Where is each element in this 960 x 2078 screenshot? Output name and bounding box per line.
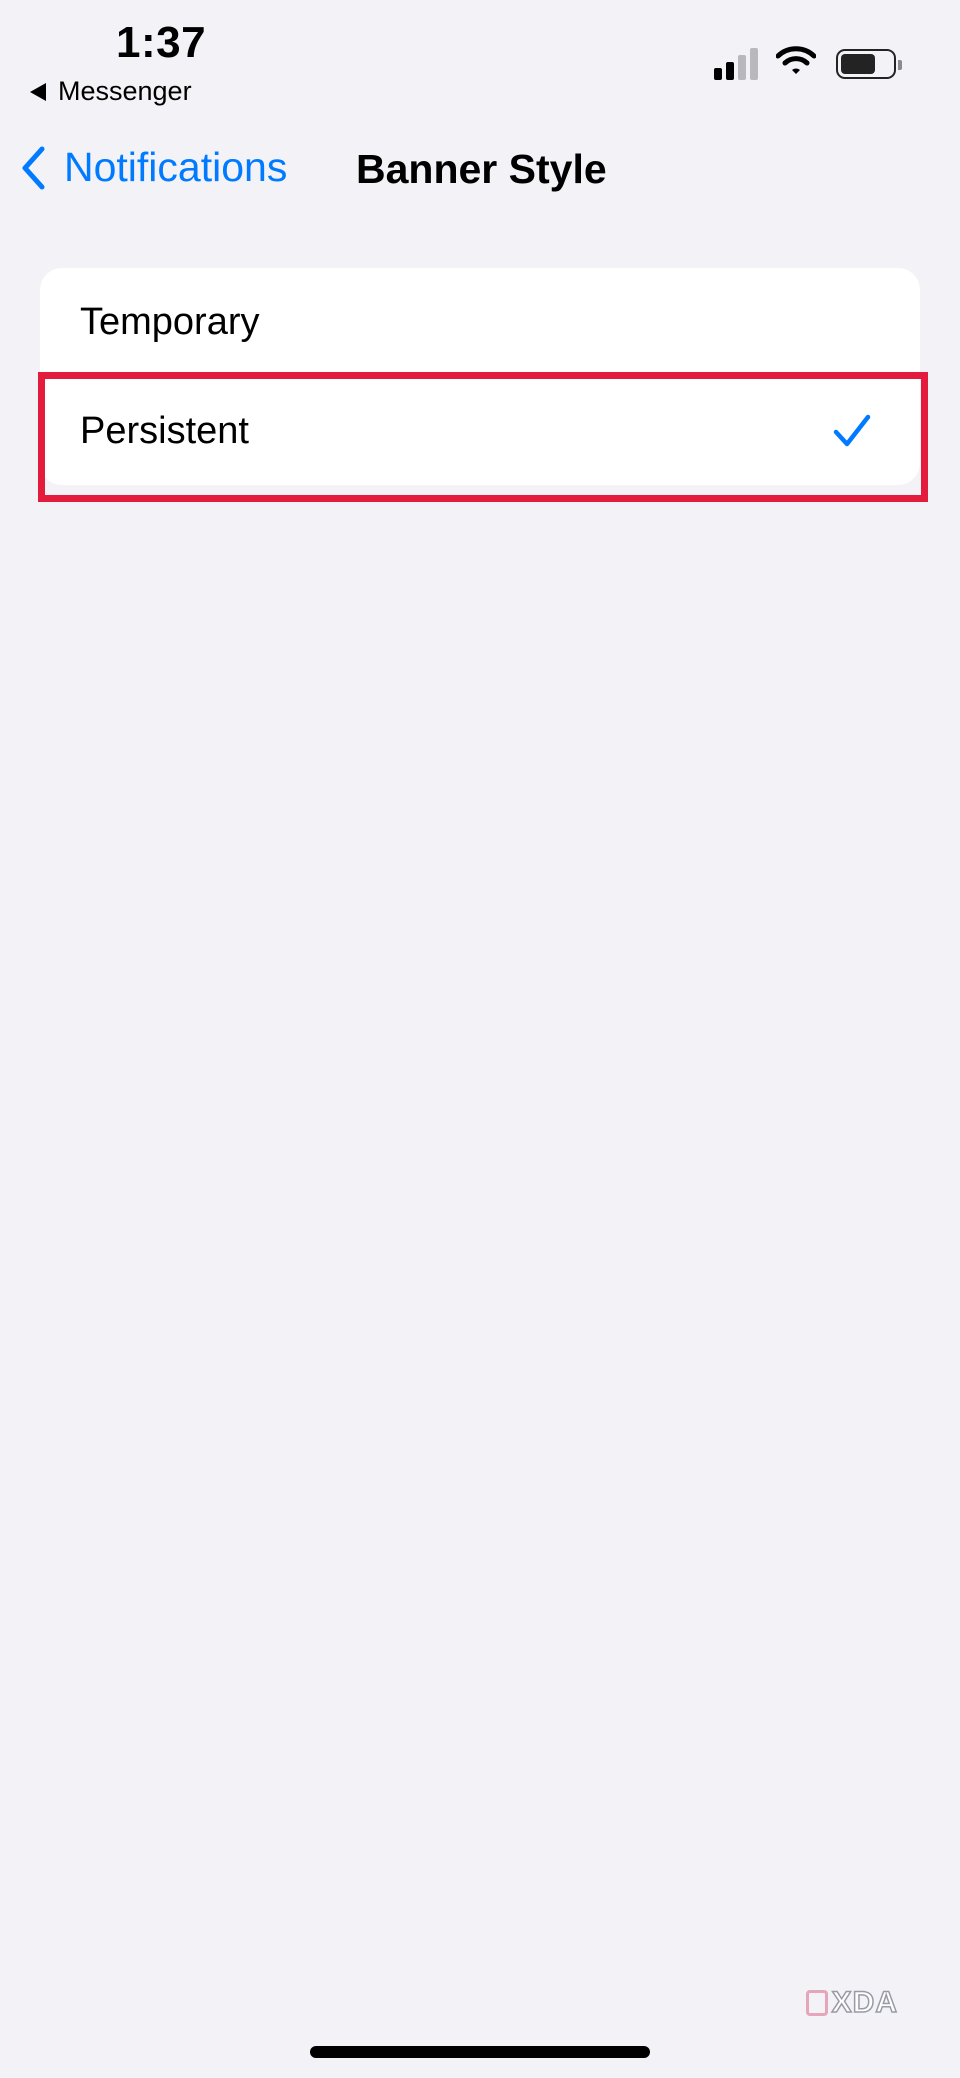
nav-back-button[interactable]: Notifications [20, 144, 287, 191]
status-back-to-app[interactable]: Messenger [30, 76, 192, 107]
battery-icon [836, 48, 902, 79]
option-persistent[interactable]: Persistent [40, 377, 920, 485]
wifi-icon [775, 46, 817, 81]
status-icons [710, 46, 902, 81]
watermark-logo: XDA [805, 1985, 898, 2020]
option-label: Persistent [80, 409, 249, 452]
page-title: Banner Style [356, 146, 607, 192]
banner-style-list: Temporary Persistent [40, 268, 920, 485]
nav-back-label: Notifications [64, 144, 288, 190]
xda-logo-icon [805, 1990, 828, 2016]
status-time: 1:37 [116, 18, 207, 67]
home-indicator[interactable] [310, 2046, 650, 2058]
checkmark-icon [832, 413, 872, 449]
watermark-text: XDA [831, 1985, 898, 2020]
cellular-signal-icon [710, 47, 758, 80]
back-triangle-icon [30, 82, 46, 101]
status-back-app-label: Messenger [58, 76, 192, 106]
option-label: Temporary [80, 300, 260, 343]
option-temporary[interactable]: Temporary [40, 268, 920, 376]
chevron-left-icon [22, 146, 45, 189]
